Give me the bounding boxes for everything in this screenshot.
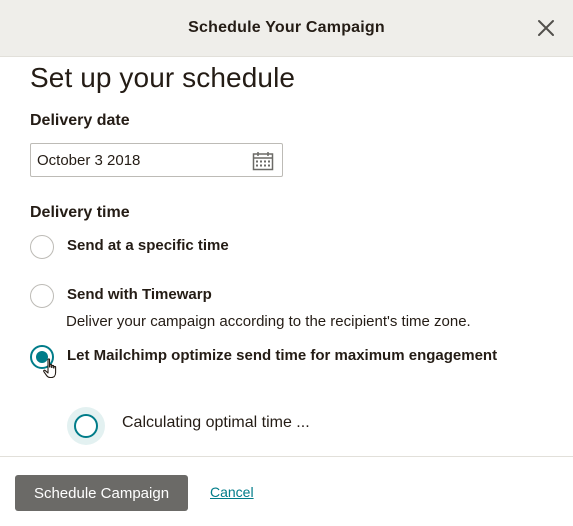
modal-header: Schedule Your Campaign bbox=[0, 0, 573, 57]
timewarp-description: Deliver your campaign according to the r… bbox=[66, 313, 471, 330]
delivery-date-field[interactable] bbox=[30, 143, 283, 177]
hand-cursor-icon bbox=[43, 358, 57, 379]
cancel-link[interactable]: Cancel bbox=[210, 484, 254, 500]
radio-label-specific-time: Send at a specific time bbox=[67, 237, 229, 254]
calculating-status-text: Calculating optimal time ... bbox=[122, 414, 310, 431]
delivery-date-label: Delivery date bbox=[30, 112, 130, 129]
modal-title: Schedule Your Campaign bbox=[188, 19, 385, 36]
delivery-time-label: Delivery time bbox=[30, 204, 130, 221]
radio-button-specific-time[interactable] bbox=[30, 235, 54, 259]
schedule-campaign-button[interactable]: Schedule Campaign bbox=[15, 475, 188, 511]
radio-option-timewarp[interactable]: Send with Timewarp bbox=[30, 284, 212, 308]
close-icon bbox=[538, 20, 554, 36]
spinner-ring bbox=[74, 414, 98, 438]
delivery-date-input[interactable] bbox=[31, 144, 247, 176]
footer-divider bbox=[0, 456, 573, 457]
close-button[interactable] bbox=[533, 15, 559, 41]
radio-label-optimize: Let Mailchimp optimize send time for max… bbox=[67, 347, 498, 364]
radio-option-specific-time[interactable]: Send at a specific time bbox=[30, 235, 229, 259]
radio-label-timewarp: Send with Timewarp bbox=[67, 286, 212, 303]
radio-button-timewarp[interactable] bbox=[30, 284, 54, 308]
loading-spinner-icon bbox=[67, 407, 105, 445]
page-heading: Set up your schedule bbox=[30, 62, 296, 93]
radio-option-optimize[interactable]: Let Mailchimp optimize send time for max… bbox=[30, 345, 497, 369]
calendar-icon[interactable] bbox=[252, 151, 274, 171]
